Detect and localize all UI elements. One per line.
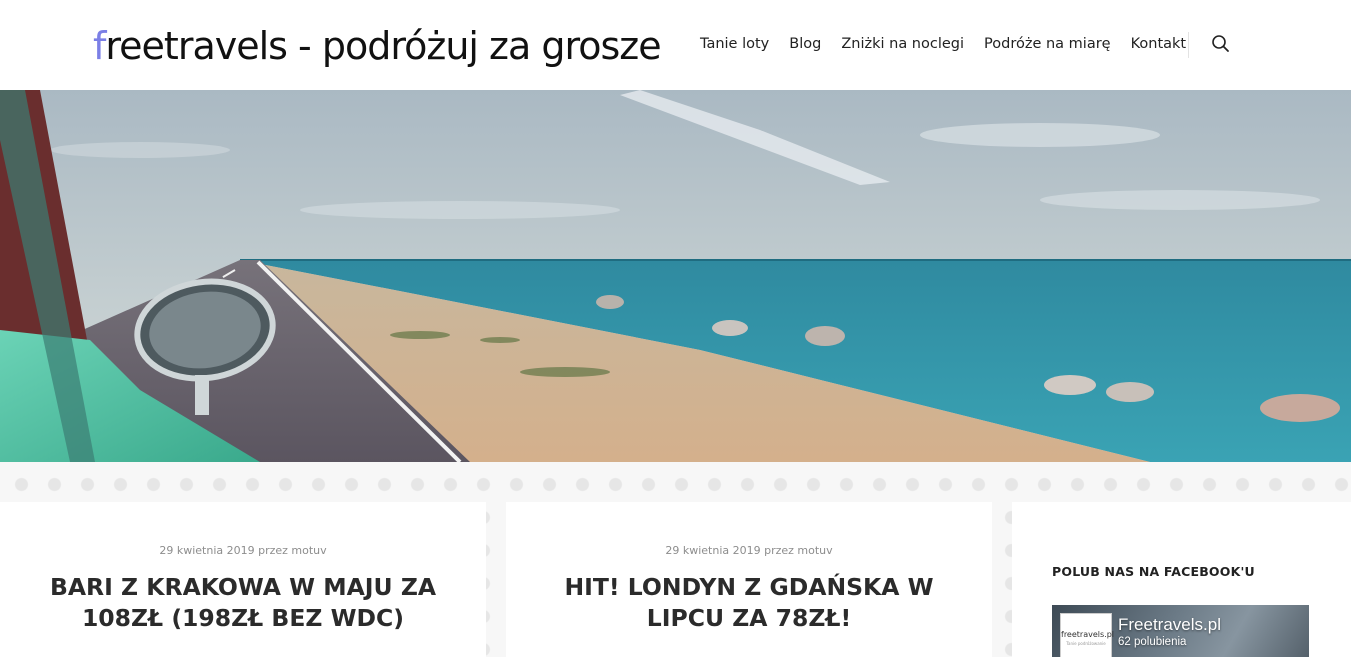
site-header: freetravels - podróżuj za grosze Tanie l… [0,0,1351,90]
nav-item-znizki[interactable]: Zniżki na noclegi [841,36,964,52]
nav-divider [1188,32,1189,58]
nav-item-blog[interactable]: Blog [789,36,821,52]
site-logo[interactable]: freetravels - podróżuj za grosze [93,20,662,72]
facebook-page-logo: freetravels.pl Tanie podróżowanie [1060,613,1114,657]
facebook-page-name[interactable]: Freetravels.pl [1118,615,1221,635]
nav-item-podroze[interactable]: Podróże na miarę [984,36,1111,52]
logo-text: reetravels - podróżuj za grosze [105,24,661,68]
post-card: 29 kwietnia 2019 przez motuv BARI Z KRAK… [0,502,486,657]
fb-logo-text: freetravels.pl [1061,630,1114,639]
search-button[interactable] [1210,33,1232,55]
facebook-likes-count: 62 polubienia [1118,636,1187,648]
fb-logo-subtext: Tanie podróżowanie [1066,641,1106,646]
facebook-widget-title: POLUB NAS NA FACEBOOK'U [1052,564,1255,579]
sidebar: POLUB NAS NA FACEBOOK'U freetravels.pl T… [1012,502,1351,657]
nav-item-tanie-loty[interactable]: Tanie loty [700,36,769,52]
post-title-link[interactable]: HIT! LONDYN Z GDAŃSKA W LIPCU ZA 78ZŁ! [536,572,962,634]
hero-photo [0,90,1351,462]
hero-image [0,90,1351,462]
post-meta: 29 kwietnia 2019 przez motuv [665,544,833,557]
post-title-link[interactable]: BARI Z KRAKOWA W MAJU ZA 108ZŁ (198ZŁ BE… [30,572,456,634]
post-card: 29 kwietnia 2019 przez motuv HIT! LONDYN… [506,502,992,657]
nav-item-kontakt[interactable]: Kontakt [1131,36,1187,52]
logo-accent-letter: f [93,24,106,68]
search-icon [1212,35,1229,52]
post-meta: 29 kwietnia 2019 przez motuv [159,544,327,557]
main-nav: Tanie loty Blog Zniżki na noclegi Podróż… [700,36,1206,52]
facebook-page-widget[interactable]: freetravels.pl Tanie podróżowanie Freetr… [1052,605,1309,657]
